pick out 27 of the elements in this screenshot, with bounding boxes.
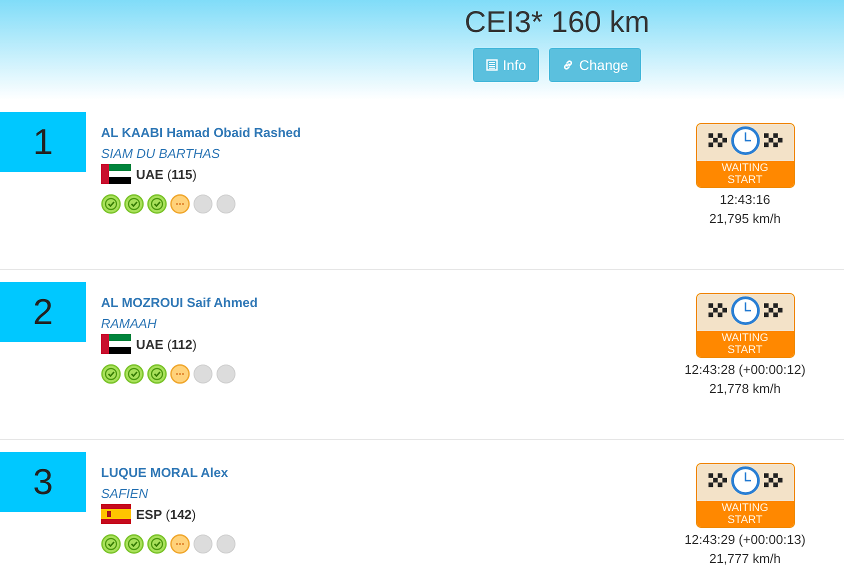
rider-name[interactable]: AL MOZROUI Saif Ahmed: [101, 295, 258, 310]
country-code: UAE (112): [136, 336, 197, 352]
rider-name[interactable]: AL KAABI Hamad Obaid Rashed: [101, 125, 301, 140]
horse-name: RAMAAH: [101, 316, 158, 331]
horse-name: SAFIEN: [101, 486, 149, 501]
rank-badge: 1: [0, 112, 86, 172]
rank-badge: 3: [0, 452, 86, 512]
country-code: UAE (115): [136, 166, 197, 182]
flag-icon: [101, 334, 131, 354]
rank-badge: 2: [0, 282, 86, 342]
flag-icon: [101, 504, 131, 524]
finish-time: 12:43:29 (+00:00:13): [684, 532, 806, 547]
rider-name[interactable]: LUQUE MORAL Alex: [101, 465, 228, 480]
horse-name: SIAM DU BARTHAS: [101, 146, 221, 161]
average-speed: 21,795 km/h: [709, 211, 781, 226]
country-code: ESP (142): [136, 506, 196, 522]
link-icon: [562, 59, 574, 71]
race-title: CEI3* 160 km: [464, 5, 650, 41]
status-label: WAITING START: [696, 501, 794, 527]
status-label: WAITING START: [696, 331, 794, 357]
status-label: WAITING START: [696, 161, 794, 187]
average-speed: 21,777 km/h: [709, 551, 781, 566]
list-icon: [486, 59, 498, 71]
flag-icon: [101, 164, 131, 184]
finish-time: 12:43:28 (+00:00:12): [684, 362, 806, 377]
average-speed: 21,778 km/h: [709, 381, 781, 396]
finish-time: 12:43:16: [720, 192, 770, 207]
